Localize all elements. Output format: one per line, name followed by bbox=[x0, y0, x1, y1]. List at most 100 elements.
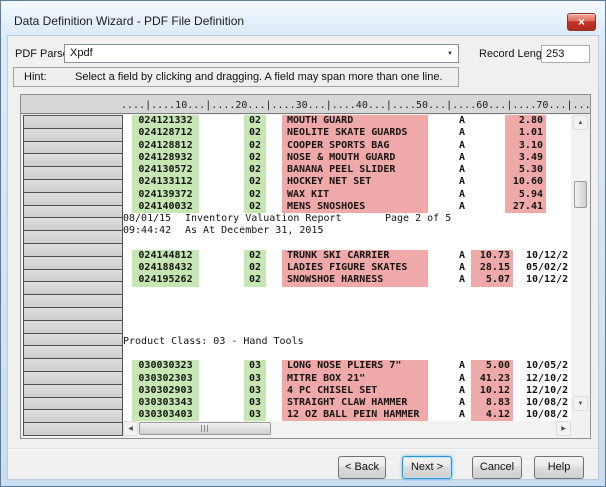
field-class-code[interactable]: 02 bbox=[244, 250, 266, 262]
field-price[interactable]: 4.12 bbox=[471, 409, 513, 421]
field-price[interactable]: 41.23 bbox=[471, 373, 513, 385]
back-button[interactable]: < Back bbox=[338, 456, 386, 479]
row-header-cell[interactable] bbox=[23, 320, 123, 334]
field-price[interactable]: 3.49 bbox=[505, 152, 546, 164]
field-description[interactable]: COOPER SPORTS BAG bbox=[282, 140, 428, 152]
field-item-number[interactable]: 030302303 bbox=[132, 373, 199, 385]
field-class-code[interactable]: 02 bbox=[244, 189, 266, 201]
field-description[interactable]: NOSE & MOUTH GUARD bbox=[282, 152, 428, 164]
field-item-number[interactable]: 030030323 bbox=[132, 360, 199, 372]
row-header-cell[interactable] bbox=[23, 409, 123, 423]
field-item-number[interactable]: 024139372 bbox=[132, 189, 199, 201]
field-price[interactable]: 1.01 bbox=[505, 127, 546, 139]
row-header-cell[interactable] bbox=[23, 307, 123, 321]
horizontal-scrollbar-thumb[interactable] bbox=[139, 422, 271, 435]
row-header-cell[interactable] bbox=[23, 166, 123, 180]
row-header-cell[interactable] bbox=[23, 205, 123, 219]
field-item-number[interactable]: 030302903 bbox=[132, 385, 199, 397]
row-header-cell[interactable] bbox=[23, 179, 123, 193]
field-description[interactable]: NEOLITE SKATE GUARDS bbox=[282, 127, 428, 139]
field-price[interactable]: 10.12 bbox=[471, 385, 513, 397]
horizontal-scrollbar[interactable]: ◀ ▶ bbox=[123, 421, 571, 436]
field-description[interactable]: LONG NOSE PLIERS 7" bbox=[282, 360, 428, 372]
help-button[interactable]: Help bbox=[534, 456, 584, 479]
field-class-code[interactable]: 02 bbox=[244, 201, 266, 213]
row-header-cell[interactable] bbox=[23, 358, 123, 372]
preview-text-area[interactable]: 02412133202MOUTH GUARDA2.8002412871202NE… bbox=[123, 115, 571, 422]
next-button[interactable]: Next > bbox=[402, 456, 452, 479]
field-item-number[interactable]: 024133112 bbox=[132, 176, 199, 188]
field-class-code[interactable]: 02 bbox=[244, 152, 266, 164]
field-description[interactable]: TRUNK SKI CARRIER bbox=[282, 250, 428, 262]
field-price[interactable]: 10.60 bbox=[505, 176, 546, 188]
field-price[interactable]: 3.10 bbox=[505, 140, 546, 152]
field-description[interactable]: WAX KIT bbox=[282, 189, 428, 201]
vertical-scrollbar[interactable]: ▲ ▼ bbox=[573, 115, 588, 411]
field-item-number[interactable]: 024128812 bbox=[132, 140, 199, 152]
field-description[interactable]: MOUTH GUARD bbox=[282, 115, 428, 127]
field-class-code[interactable]: 02 bbox=[244, 127, 266, 139]
field-class-code[interactable]: 02 bbox=[244, 262, 266, 274]
field-class-code[interactable]: 02 bbox=[244, 274, 266, 286]
field-class-code[interactable]: 02 bbox=[244, 176, 266, 188]
row-header-cell[interactable] bbox=[23, 141, 123, 155]
field-item-number[interactable]: 024188432 bbox=[132, 262, 199, 274]
row-header-cell[interactable] bbox=[23, 294, 123, 308]
row-header-cell[interactable] bbox=[23, 384, 123, 398]
scroll-left-button[interactable]: ◀ bbox=[123, 421, 138, 436]
field-item-number[interactable]: 030303403 bbox=[132, 409, 199, 421]
row-header-cell[interactable] bbox=[23, 192, 123, 206]
field-item-number[interactable]: 024128932 bbox=[132, 152, 199, 164]
field-item-number[interactable]: 024140032 bbox=[132, 201, 199, 213]
field-price[interactable]: 5.00 bbox=[471, 360, 513, 372]
scroll-right-button[interactable]: ▶ bbox=[556, 421, 571, 436]
row-header-cell[interactable] bbox=[23, 269, 123, 283]
field-price[interactable]: 28.15 bbox=[471, 262, 513, 274]
field-class-code[interactable]: 02 bbox=[244, 164, 266, 176]
field-class-code[interactable]: 03 bbox=[244, 385, 266, 397]
row-header-cell[interactable] bbox=[23, 128, 123, 142]
field-class-code[interactable]: 03 bbox=[244, 397, 266, 409]
field-price[interactable]: 27.41 bbox=[505, 201, 546, 213]
field-item-number[interactable]: 024195262 bbox=[132, 274, 199, 286]
field-item-number[interactable]: 024144812 bbox=[132, 250, 199, 262]
field-price[interactable]: 5.94 bbox=[505, 189, 546, 201]
field-price[interactable]: 5.30 bbox=[505, 164, 546, 176]
field-class-code[interactable]: 03 bbox=[244, 360, 266, 372]
field-item-number[interactable]: 024121332 bbox=[132, 115, 199, 127]
field-description[interactable]: SNOWSHOE HARNESS bbox=[282, 274, 428, 286]
scroll-up-button[interactable]: ▲ bbox=[573, 115, 588, 130]
vertical-scrollbar-thumb[interactable] bbox=[574, 181, 587, 208]
pdf-parser-dropdown[interactable]: Xpdf ▼ bbox=[64, 44, 459, 63]
field-class-code[interactable]: 02 bbox=[244, 115, 266, 127]
field-description[interactable]: HOCKEY NET SET bbox=[282, 176, 428, 188]
field-item-number[interactable]: 030303343 bbox=[132, 397, 199, 409]
field-price[interactable]: 10.73 bbox=[471, 250, 513, 262]
row-header-cell[interactable] bbox=[23, 256, 123, 270]
row-header-cell[interactable] bbox=[23, 397, 123, 411]
field-item-number[interactable]: 024128712 bbox=[132, 127, 199, 139]
field-price[interactable]: 8.83 bbox=[471, 397, 513, 409]
row-header-cell[interactable] bbox=[23, 115, 123, 129]
field-description[interactable]: MENS SNOSHOES bbox=[282, 201, 428, 213]
field-description[interactable]: STRAIGHT CLAW HAMMER bbox=[282, 397, 428, 409]
row-header-cell[interactable] bbox=[23, 281, 123, 295]
field-price[interactable]: 5.07 bbox=[471, 274, 513, 286]
field-item-number[interactable]: 024130572 bbox=[132, 164, 199, 176]
field-class-code[interactable]: 03 bbox=[244, 409, 266, 421]
scroll-down-button[interactable]: ▼ bbox=[573, 396, 588, 411]
row-header-cell[interactable] bbox=[23, 333, 123, 347]
field-description[interactable]: MITRE BOX 21" bbox=[282, 373, 428, 385]
record-length-input[interactable] bbox=[541, 45, 590, 63]
row-header-cell[interactable] bbox=[23, 153, 123, 167]
row-header-cell[interactable] bbox=[23, 422, 123, 436]
field-price[interactable]: 2.80 bbox=[505, 115, 546, 127]
field-description[interactable]: LADIES FIGURE SKATES bbox=[282, 262, 428, 274]
row-header-cell[interactable] bbox=[23, 345, 123, 359]
row-header-cell[interactable] bbox=[23, 217, 123, 231]
field-description[interactable]: BANANA PEEL SLIDER bbox=[282, 164, 428, 176]
cancel-button[interactable]: Cancel bbox=[472, 456, 522, 479]
row-header-cell[interactable] bbox=[23, 371, 123, 385]
close-button[interactable]: × bbox=[567, 13, 596, 31]
field-description[interactable]: 12 OZ BALL PEIN HAMMER bbox=[282, 409, 428, 421]
